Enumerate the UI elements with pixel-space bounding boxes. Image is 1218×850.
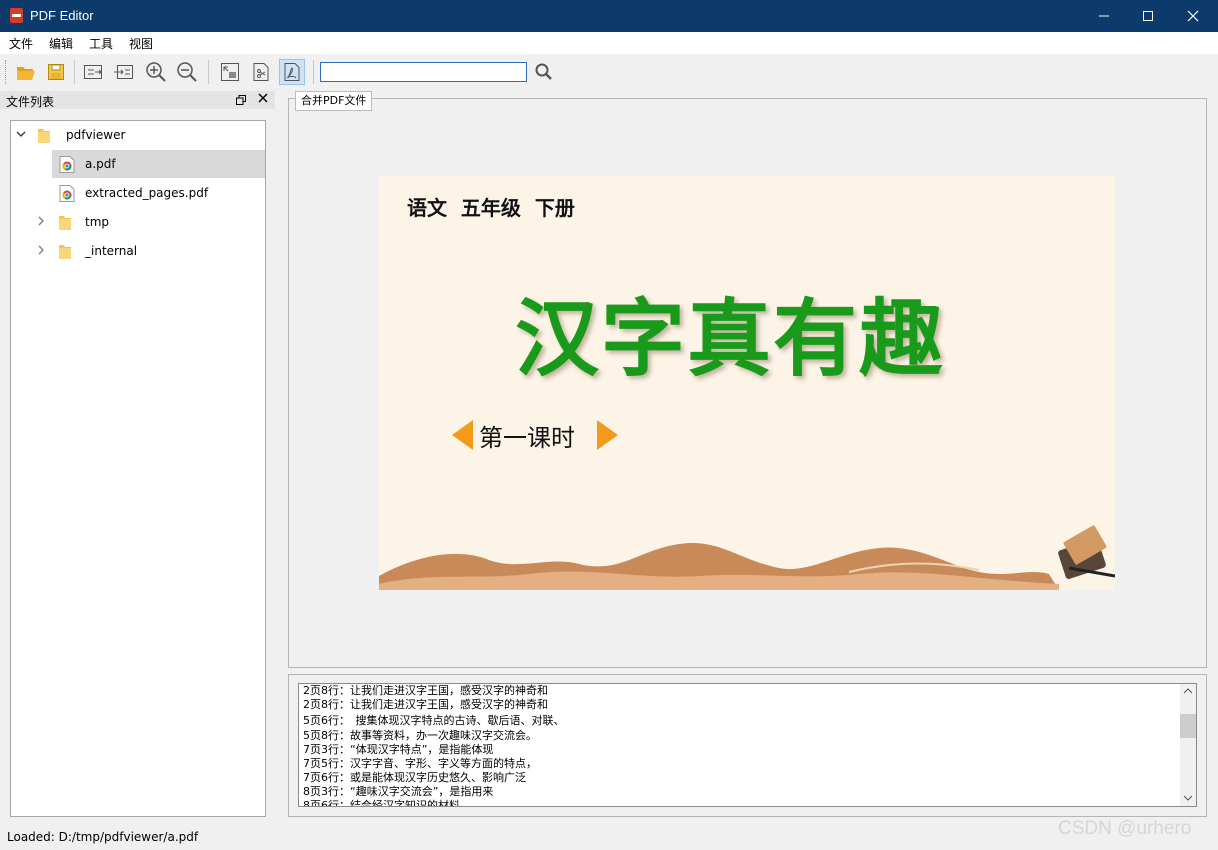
search-button[interactable] xyxy=(531,59,557,85)
log-line: 8页3行：“趣味汉字交流会”，是指用来 xyxy=(303,785,494,798)
image-to-pdf-icon xyxy=(221,63,239,81)
open-button[interactable] xyxy=(13,59,39,85)
folder-icon xyxy=(59,216,71,230)
chevron-right-icon[interactable] xyxy=(36,216,46,226)
zoom-out-icon xyxy=(177,62,197,82)
tree-item-label: pdfviewer xyxy=(66,128,126,142)
zoom-in-button[interactable] xyxy=(143,59,169,85)
insert-pages-icon xyxy=(114,65,133,79)
minimize-button[interactable] xyxy=(1081,0,1127,32)
menu-edit[interactable]: 编辑 xyxy=(49,35,73,52)
watermark: CSDN @urhero xyxy=(1058,818,1192,839)
open-folder-icon xyxy=(17,67,35,80)
log-scrollbar-thumb[interactable] xyxy=(1180,714,1196,738)
app-icon xyxy=(10,8,23,23)
merge-pdf-tooltip: 合并PDF文件 xyxy=(295,91,373,111)
ocr-log-text[interactable]: 2页8行：让我们走进汉字王国，感受汉字的神奇和 2页8行：让我们走进汉字王国，感… xyxy=(298,683,1197,807)
search-icon xyxy=(535,63,552,80)
log-line: 2页8行：让我们走进汉字王国，感受汉字的神奇和 xyxy=(303,684,548,697)
scroll-down-icon[interactable] xyxy=(1184,795,1192,801)
tree-item-label: _internal xyxy=(85,244,138,258)
tree-item-extracted-pages[interactable]: extracted_pages.pdf xyxy=(52,179,265,207)
menu-bar: 文件 编辑 工具 视图 xyxy=(0,32,1218,54)
pdf-file-icon xyxy=(59,185,75,202)
file-tree[interactable]: pdfviewer a.pdf extracted_pages.pdf tmp … xyxy=(10,120,266,817)
maximize-button[interactable] xyxy=(1125,0,1171,32)
extract-pages-icon xyxy=(84,65,102,79)
toolbar-separator xyxy=(74,60,75,84)
folder-icon xyxy=(38,129,50,143)
pdf-file-icon xyxy=(59,156,75,173)
log-line: 7页6行：或是能体现汉字历史悠久、影响广泛 xyxy=(303,771,526,784)
chevron-down-icon[interactable] xyxy=(16,129,26,139)
float-icon xyxy=(236,95,246,105)
toolbar-separator xyxy=(313,60,314,84)
tree-item-label: a.pdf xyxy=(85,157,116,171)
log-line: 7页3行：“体现汉字特点”，是指能体现 xyxy=(303,743,494,756)
log-line: 2页8行：让我们走进汉字王国，感受汉字的神奇和 xyxy=(303,698,548,711)
toolbar-grip[interactable] xyxy=(5,60,8,84)
close-button[interactable] xyxy=(1170,0,1216,32)
dock-title: 文件列表 xyxy=(6,95,55,109)
toolbar-separator xyxy=(208,60,209,84)
tree-item-pdfviewer[interactable]: pdfviewer xyxy=(11,121,265,149)
zoom-out-button[interactable] xyxy=(174,59,200,85)
menu-file[interactable]: 文件 xyxy=(9,35,33,52)
status-text: Loaded: D:/tmp/pdfviewer/a.pdf xyxy=(7,830,199,844)
log-line: 5页8行：故事等资料，办一次趣味汉字交流会。 xyxy=(303,729,537,742)
log-line: 7页5行：汉字字音、字形、字义等方面的特点， xyxy=(303,757,537,770)
split-pdf-button[interactable] xyxy=(248,59,274,85)
merge-pdf-button[interactable] xyxy=(279,59,305,85)
hills-decoration xyxy=(379,525,1115,590)
inkstone-brush-icon xyxy=(1058,525,1115,579)
tree-item-internal[interactable]: _internal xyxy=(11,237,265,265)
window-title: PDF Editor xyxy=(30,8,94,23)
tree-item-label: tmp xyxy=(85,215,110,229)
tree-item-a-pdf[interactable]: a.pdf xyxy=(52,150,265,178)
log-line: 8页6行：结合经汉字知识的材料， xyxy=(303,799,471,807)
close-icon xyxy=(1187,10,1199,22)
save-icon xyxy=(48,64,64,80)
folder-icon xyxy=(59,245,71,259)
title-bar: PDF Editor xyxy=(0,0,1218,32)
menu-tools[interactable]: 工具 xyxy=(89,35,113,52)
merge-pdf-icon xyxy=(284,63,300,81)
pdf-page-preview[interactable]: 语文 五年级 下册 汉字真有趣 第一课时 xyxy=(379,176,1115,590)
tree-item-label: extracted_pages.pdf xyxy=(85,186,209,200)
log-line: 5页6行： 搜集体现汉字特点的古诗、歇后语、对联、 xyxy=(303,714,565,727)
dock-float-button[interactable] xyxy=(236,94,246,108)
save-button[interactable] xyxy=(43,59,69,85)
zoom-in-icon xyxy=(146,62,166,82)
extract-pages-button[interactable] xyxy=(80,59,106,85)
tree-item-tmp[interactable]: tmp xyxy=(11,208,265,236)
insert-pages-button[interactable] xyxy=(111,59,137,85)
file-list-dock-header: 文件列表 xyxy=(0,91,275,109)
maximize-icon xyxy=(1143,11,1153,21)
dock-close-button[interactable] xyxy=(258,92,268,107)
search-input[interactable] xyxy=(320,62,527,82)
minimize-icon xyxy=(1099,15,1109,17)
scroll-up-icon[interactable] xyxy=(1184,688,1192,694)
menu-view[interactable]: 视图 xyxy=(129,35,153,52)
log-scrollbar[interactable] xyxy=(1180,684,1196,806)
toolbar xyxy=(0,54,1218,90)
split-pdf-icon xyxy=(253,63,269,81)
chevron-right-icon[interactable] xyxy=(36,245,46,255)
close-icon xyxy=(258,93,268,103)
image-to-pdf-button[interactable] xyxy=(217,59,243,85)
